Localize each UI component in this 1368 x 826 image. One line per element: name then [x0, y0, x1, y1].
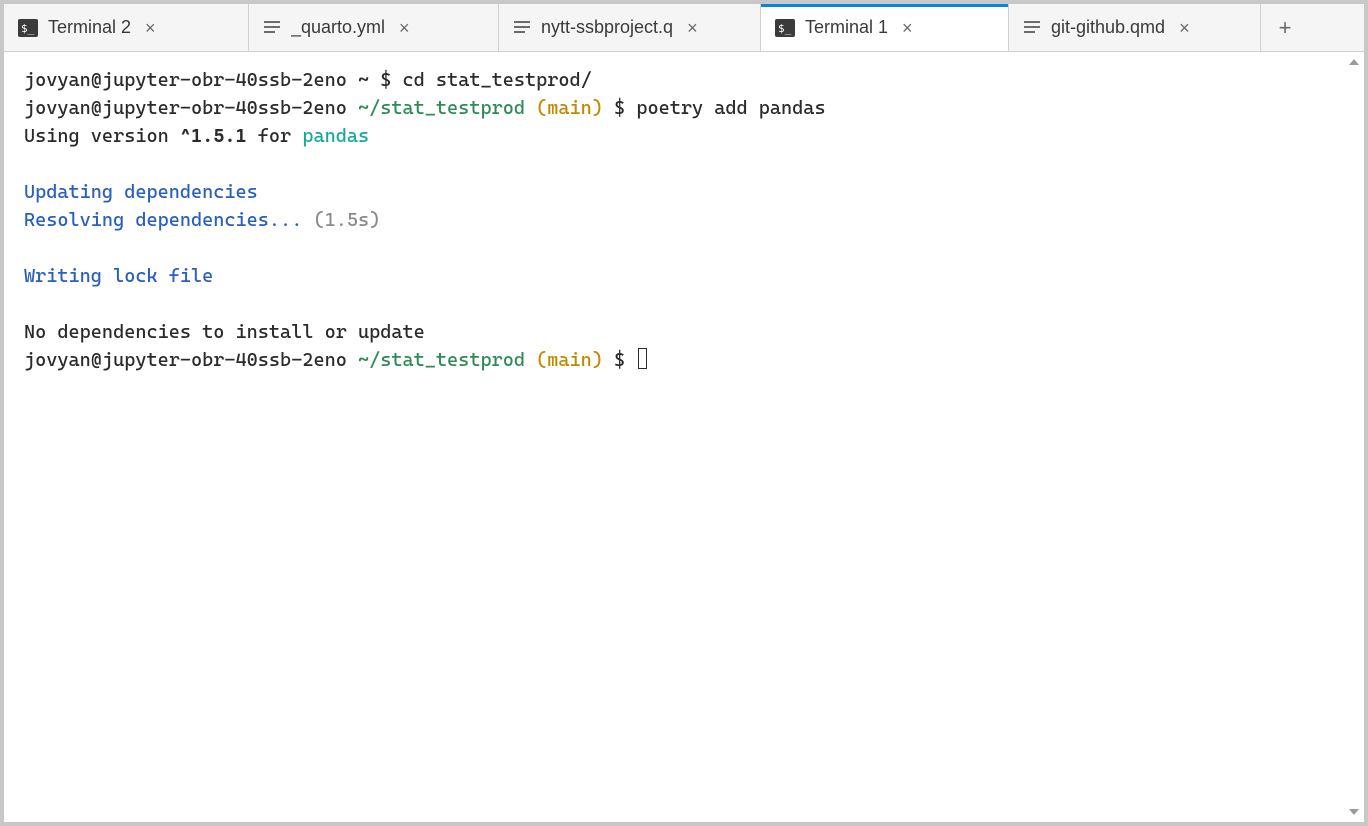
prompt-path: ~/stat_testprod	[358, 349, 536, 371]
prompt-user-host: jovyan@jupyter-obr-40ssb-2eno	[24, 97, 358, 119]
tab-label: _quarto.yml	[291, 17, 385, 38]
prompt-path: ~/stat_testprod	[358, 97, 536, 119]
close-icon[interactable]: ×	[683, 15, 702, 41]
terminal-output: jovyan@jupyter-obr-40ssb-2eno ~ $ cd sta…	[4, 52, 1364, 388]
svg-text:$_: $_	[778, 22, 792, 35]
output-status: Resolving dependencies...	[24, 209, 302, 231]
prompt-user-host: jovyan@jupyter-obr-40ssb-2eno	[24, 69, 347, 91]
scrollbar[interactable]	[1346, 54, 1362, 820]
terminal-pane[interactable]: jovyan@jupyter-obr-40ssb-2eno ~ $ cd sta…	[4, 52, 1364, 822]
prompt-branch: (main)	[536, 349, 603, 371]
close-icon[interactable]: ×	[395, 15, 414, 41]
prompt-symbol: $	[603, 97, 636, 119]
output-status: Writing lock file	[24, 265, 213, 287]
app-window: $_ Terminal 2 × _quarto.yml × nytt-ssbpr…	[0, 0, 1368, 826]
file-lines-icon	[513, 19, 531, 37]
output-timing: (1.5s)	[302, 209, 380, 231]
close-icon[interactable]: ×	[141, 15, 160, 41]
tab-label: Terminal 1	[805, 17, 888, 38]
prompt-symbol: $	[380, 69, 402, 91]
output-text: No dependencies to install or update	[24, 321, 425, 343]
close-icon[interactable]: ×	[898, 15, 917, 41]
tab-label: git-github.qmd	[1051, 17, 1165, 38]
terminal-icon: $_	[18, 19, 38, 37]
output-status: Updating dependencies	[24, 181, 258, 203]
tab-label: Terminal 2	[48, 17, 131, 38]
scroll-up-icon[interactable]	[1346, 54, 1362, 70]
prompt-symbol: $	[603, 349, 636, 371]
tab-terminal-2[interactable]: $_ Terminal 2 ×	[4, 4, 249, 51]
prompt-branch: (main)	[536, 97, 603, 119]
tab-label: nytt-ssbproject.q	[541, 17, 673, 38]
output-package: pandas	[302, 125, 369, 147]
file-lines-icon	[263, 19, 281, 37]
file-lines-icon	[1023, 19, 1041, 37]
prompt-user-host: jovyan@jupyter-obr-40ssb-2eno	[24, 349, 358, 371]
output-text: for	[247, 125, 303, 147]
prompt-tilde: ~	[347, 69, 380, 91]
tab-git-github-qmd[interactable]: git-github.qmd ×	[1009, 4, 1261, 51]
command-text: cd stat_testprod/	[403, 69, 592, 91]
scroll-down-icon[interactable]	[1346, 804, 1362, 820]
command-text: poetry add pandas	[636, 97, 825, 119]
cursor	[638, 348, 647, 369]
output-version: ^1.5.1	[180, 125, 247, 147]
new-tab-button[interactable]: +	[1261, 4, 1309, 51]
tab-nytt-ssbproject[interactable]: nytt-ssbproject.q ×	[499, 4, 761, 51]
close-icon[interactable]: ×	[1175, 15, 1194, 41]
terminal-icon: $_	[775, 19, 795, 37]
tab-quarto-yml[interactable]: _quarto.yml ×	[249, 4, 499, 51]
svg-text:$_: $_	[21, 22, 35, 35]
tab-bar: $_ Terminal 2 × _quarto.yml × nytt-ssbpr…	[4, 4, 1364, 52]
tab-terminal-1[interactable]: $_ Terminal 1 ×	[761, 4, 1009, 51]
output-text: Using version	[24, 125, 180, 147]
